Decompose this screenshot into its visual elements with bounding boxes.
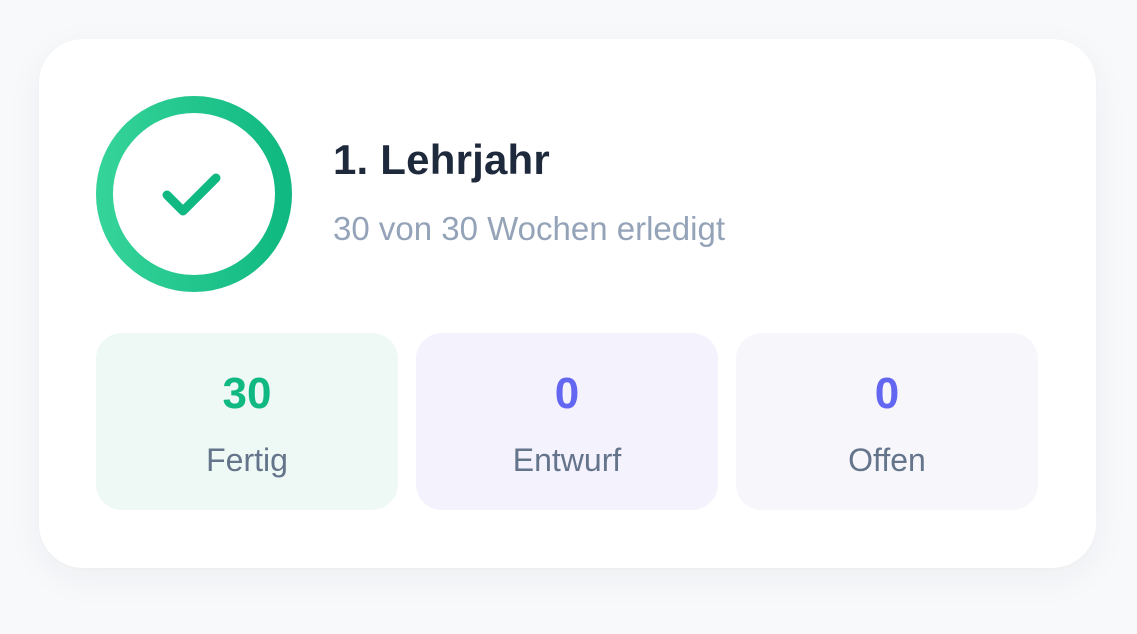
card-header: 1. Lehrjahr 30 von 30 Wochen erledigt xyxy=(96,96,725,292)
stat-value-draft: 0 xyxy=(554,369,580,418)
stat-tile-draft[interactable]: 0 Entwurf xyxy=(416,333,718,510)
stat-label-draft: Entwurf xyxy=(512,442,622,478)
stat-label-open: Offen xyxy=(848,442,926,478)
year-title: 1. Lehrjahr xyxy=(333,136,550,183)
stat-value-open: 0 xyxy=(874,369,900,418)
stat-label-done: Fertig xyxy=(206,442,288,478)
progress-ring xyxy=(96,96,292,292)
stats-row: 30 Fertig 0 Entwurf 0 Offen xyxy=(96,333,1038,510)
stat-value-done: 30 xyxy=(222,369,272,418)
stat-tile-open[interactable]: 0 Offen xyxy=(736,333,1038,510)
weeks-progress-text: 30 von 30 Wochen erledigt xyxy=(333,210,725,247)
stat-tile-done[interactable]: 30 Fertig xyxy=(96,333,398,510)
year-progress-card: 1. Lehrjahr 30 von 30 Wochen erledigt 30… xyxy=(39,39,1096,568)
title-block: 1. Lehrjahr 30 von 30 Wochen erledigt xyxy=(333,139,725,247)
checkmark-icon xyxy=(162,173,221,216)
